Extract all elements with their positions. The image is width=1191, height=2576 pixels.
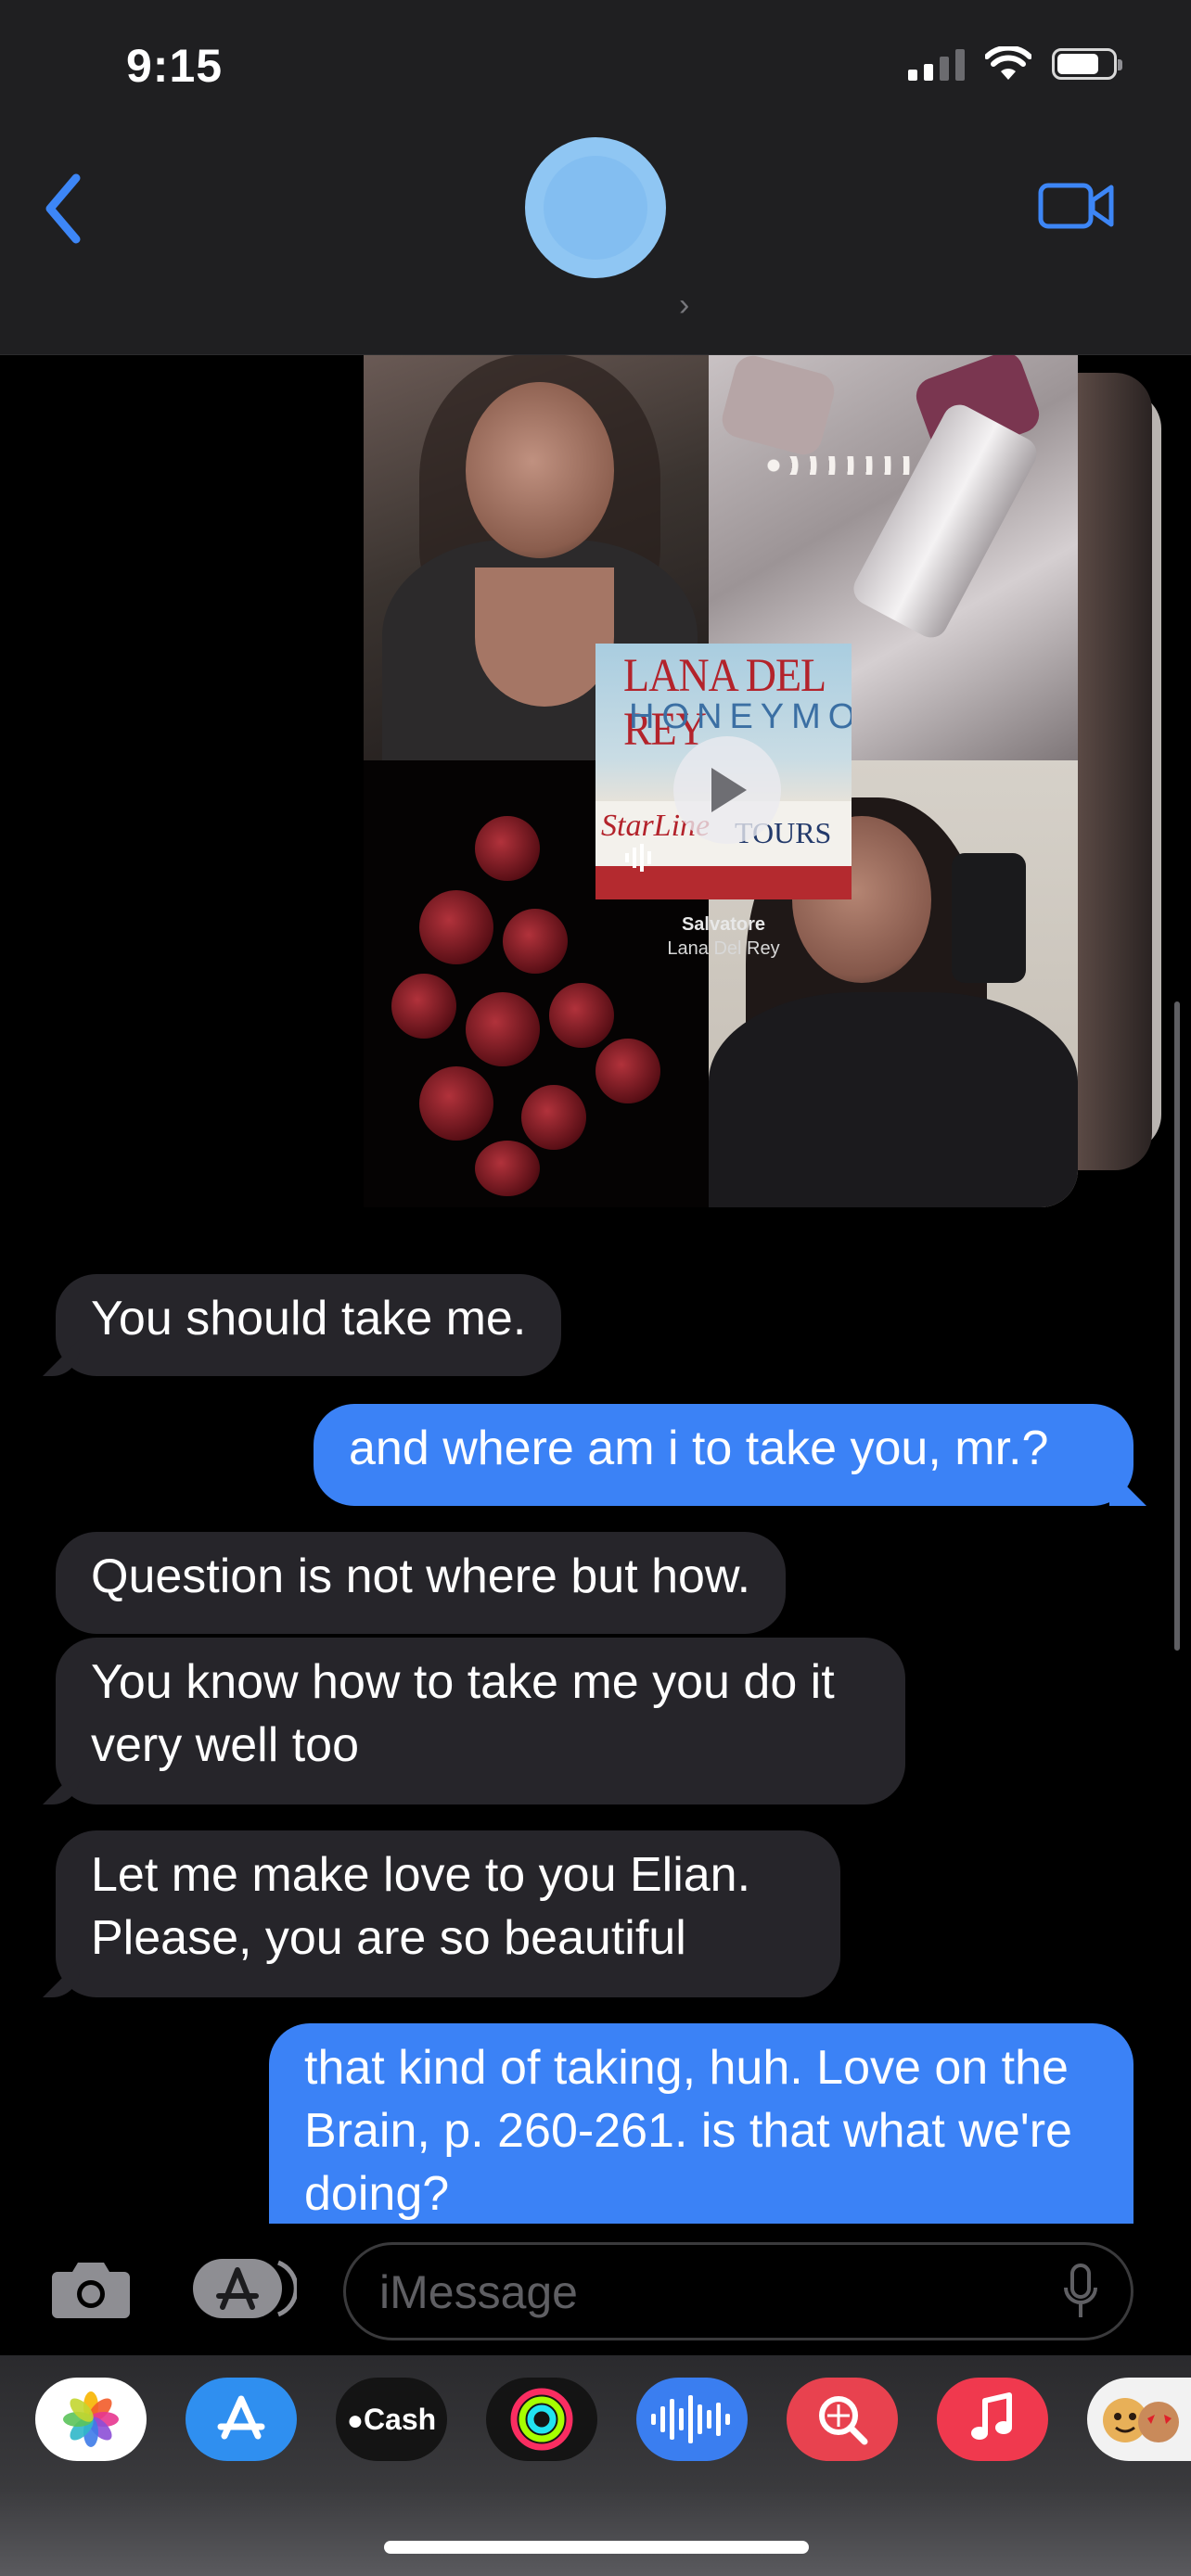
- play-button[interactable]: [673, 736, 781, 844]
- scrollbar[interactable]: [1174, 1001, 1180, 1651]
- fitness-app-button[interactable]: [486, 2378, 597, 2461]
- song-artist: Lana Del Rey: [667, 938, 780, 959]
- audio-waveform-icon: [625, 844, 651, 872]
- contact-details-chevron[interactable]: ›: [679, 287, 689, 324]
- message-text: Let me make love to you Elian. Please, y…: [91, 1848, 751, 1965]
- battery-icon: [1052, 48, 1122, 80]
- fitness-icon: [510, 2388, 573, 2451]
- stacked-photo-edge: [1078, 373, 1152, 1170]
- play-icon: [711, 768, 747, 812]
- camera-icon[interactable]: [48, 2255, 134, 2322]
- wifi-icon: [985, 46, 1031, 80]
- message-bubble-incoming[interactable]: You should take me.: [56, 1274, 562, 1376]
- message-text: and where am i to take you, mr.?: [349, 1422, 1049, 1475]
- audio-message-app-button[interactable]: [636, 2378, 748, 2461]
- message-text: Question is not where but how.: [91, 1549, 751, 1603]
- message-input-placeholder: iMessage: [379, 2266, 578, 2318]
- media-collage[interactable]: LANA DEL REY HONEYMOON StarLine TOURS Sa…: [364, 354, 1161, 1207]
- contact-avatar[interactable]: [525, 137, 666, 278]
- message-bubble-incoming[interactable]: Let me make love to you Elian. Please, y…: [56, 1830, 840, 1997]
- apple-cash-app-button[interactable]: ●Cash: [336, 2378, 447, 2461]
- status-icons: [908, 46, 1122, 82]
- song-title: Salvatore: [681, 914, 766, 935]
- images-app-button[interactable]: [787, 2378, 898, 2461]
- avatar-silhouette: [544, 156, 647, 260]
- imessage-app-strip: ●Cash: [0, 2355, 1191, 2576]
- message-text: You should take me.: [91, 1292, 527, 1345]
- app-store-icon: [217, 2395, 265, 2440]
- message-input[interactable]: iMessage: [343, 2242, 1133, 2340]
- status-time: 9:15: [126, 40, 224, 92]
- music-icon: [971, 2392, 1012, 2440]
- app-store-app-button[interactable]: [186, 2378, 297, 2461]
- message-bubble-outgoing[interactable]: and where am i to take you, mr.?: [314, 1404, 1133, 1506]
- message-text: that kind of taking, huh. Love on the Br…: [304, 2041, 1072, 2221]
- album-title-text: HONEYMOON: [629, 697, 852, 736]
- memoji-icon: [1103, 2398, 1179, 2442]
- music-app-button[interactable]: [937, 2378, 1048, 2461]
- apple-cash-icon: ●Cash: [346, 2402, 437, 2436]
- app-store-icon: [193, 2259, 299, 2318]
- photos-icon: [63, 2391, 119, 2447]
- home-indicator[interactable]: [384, 2541, 809, 2554]
- facetime-video-icon[interactable]: [1037, 178, 1115, 234]
- images-search-icon: [819, 2396, 868, 2445]
- app-drawer-button[interactable]: [193, 2255, 299, 2322]
- conversation-header: 9:15 ›: [0, 0, 1191, 355]
- message-text: You know how to take me you do it very w…: [91, 1655, 835, 1772]
- cellular-signal-icon: [908, 47, 965, 81]
- message-bubble-incoming[interactable]: Question is not where but how.: [56, 1532, 787, 1634]
- message-bubble-incoming[interactable]: You know how to take me you do it very w…: [56, 1638, 905, 1804]
- compose-bar: iMessage: [0, 2224, 1191, 2355]
- back-chevron-icon[interactable]: [37, 167, 93, 250]
- audio-message-icon: [651, 2395, 730, 2443]
- message-bubble-outgoing[interactable]: that kind of taking, huh. Love on the Br…: [269, 2023, 1133, 2224]
- memoji-app-button[interactable]: [1087, 2378, 1191, 2461]
- microphone-icon[interactable]: [1062, 2264, 1099, 2321]
- photos-app-button[interactable]: [35, 2378, 147, 2461]
